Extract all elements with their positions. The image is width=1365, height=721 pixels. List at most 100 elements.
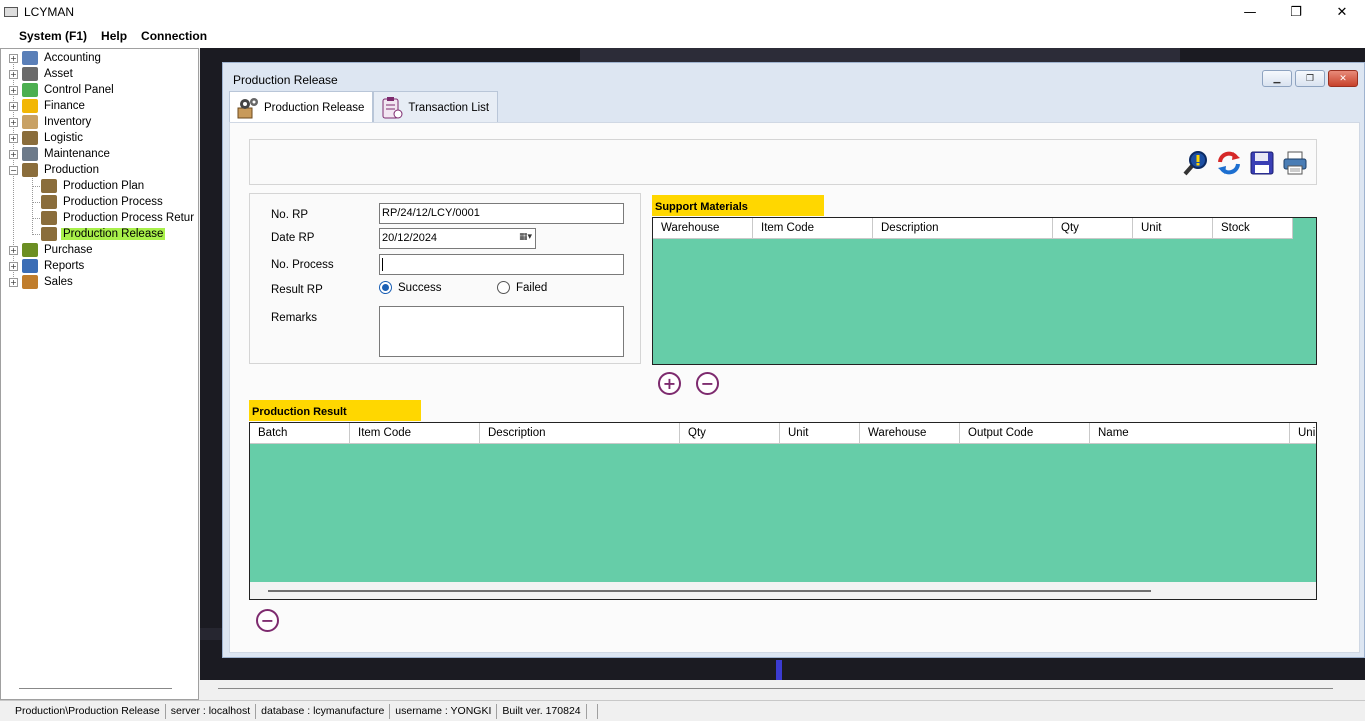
tree-item-production-process-retur[interactable]: Production Process Retur — [32, 210, 196, 226]
support-grid-header: Warehouse Item Code Description Qty Unit… — [653, 218, 1293, 239]
radio-success[interactable]: Success — [379, 281, 441, 294]
expander-icon[interactable]: + — [9, 69, 18, 79]
tree-item-maintenance[interactable]: + Maintenance — [9, 146, 112, 162]
expander-icon[interactable]: − — [9, 165, 18, 175]
remove-result-button[interactable]: − — [256, 609, 279, 632]
radio-failed[interactable]: Failed — [497, 281, 547, 294]
tree-item-production[interactable]: − Production — [9, 162, 101, 178]
column-header[interactable]: Warehouse — [653, 218, 753, 239]
tab-production-release[interactable]: Production Release — [229, 91, 374, 124]
tree-item-purchase[interactable]: + Purchase — [9, 242, 95, 258]
column-header[interactable]: Unit — [780, 423, 860, 444]
save-icon[interactable] — [1249, 150, 1275, 176]
column-header[interactable]: Description — [873, 218, 1053, 239]
tab-transaction-list[interactable]: Transaction List — [373, 91, 499, 123]
expander-icon[interactable]: + — [9, 245, 18, 255]
column-header[interactable]: Item Code — [350, 423, 480, 444]
production-result-grid[interactable]: Batch Item Code Description Qty Unit War… — [249, 422, 1317, 600]
add-row-button[interactable]: + — [658, 372, 681, 395]
remove-row-button[interactable]: − — [696, 372, 719, 395]
module-icon — [22, 131, 38, 145]
release-form: No. RP RP/24/12/LCY/0001 Date RP 20/12/2… — [249, 193, 641, 364]
minimize-button[interactable]: — — [1227, 0, 1273, 24]
column-header[interactable]: Warehouse — [860, 423, 960, 444]
production-result-title: Production Result — [249, 400, 421, 421]
date-rp-field[interactable]: 20/12/2024 ▦▾ — [379, 228, 536, 249]
tree-item-label: Maintenance — [44, 148, 110, 160]
column-header[interactable]: Stock — [1213, 218, 1293, 239]
search-icon[interactable] — [1183, 150, 1209, 176]
navigation-tree: + Accounting + Asset + Control Panel + Finance +… — [0, 48, 199, 700]
expander-icon[interactable]: + — [9, 101, 18, 111]
child-window-title: Production Release — [233, 73, 338, 87]
expander-icon[interactable]: + — [9, 149, 18, 159]
column-header[interactable]: Item Code — [753, 218, 873, 239]
tree-item-production-process[interactable]: Production Process — [32, 194, 165, 210]
tree-item-inventory[interactable]: + Inventory — [9, 114, 93, 130]
tree-item-production-release[interactable]: Production Release — [32, 226, 166, 242]
result-hscroll-thumb[interactable] — [268, 590, 1151, 592]
tree-item-sales[interactable]: + Sales — [9, 274, 75, 290]
column-header[interactable]: Name — [1090, 423, 1290, 444]
maximize-button[interactable]: ❐ — [1273, 0, 1319, 24]
tree-scrollbar[interactable] — [19, 688, 172, 689]
expander-icon[interactable]: + — [9, 133, 18, 143]
app-icon — [4, 7, 18, 17]
menu-connection[interactable]: Connection — [141, 29, 207, 43]
clipboard-list-icon — [380, 96, 403, 119]
calendar-dropdown-icon[interactable]: ▦▾ — [519, 232, 532, 242]
tree-item-accounting[interactable]: + Accounting — [9, 50, 103, 66]
tree-item-label: Production — [44, 164, 99, 176]
tree-item-label: Reports — [44, 260, 85, 272]
module-icon — [22, 67, 38, 81]
tree-item-label: Logistic — [44, 132, 83, 144]
tab-content: No. RP RP/24/12/LCY/0001 Date RP 20/12/2… — [229, 122, 1360, 653]
close-button[interactable]: ✕ — [1319, 0, 1365, 24]
tree-item-reports[interactable]: + Reports — [9, 258, 86, 274]
column-header[interactable]: Description — [480, 423, 680, 444]
no-rp-field[interactable]: RP/24/12/LCY/0001 — [379, 203, 624, 224]
result-grid-header: Batch Item Code Description Qty Unit War… — [250, 423, 1316, 444]
menu-system[interactable]: System (F1) — [19, 29, 87, 43]
module-icon — [22, 243, 38, 257]
expander-icon[interactable]: + — [9, 85, 18, 95]
tree-item-label: Finance — [44, 100, 85, 112]
status-bar: Production\Production Release server : l… — [0, 700, 1365, 721]
child-minimize-button[interactable]: ▁ — [1262, 70, 1292, 87]
module-icon — [22, 163, 38, 177]
child-restore-button[interactable]: ❐ — [1295, 70, 1325, 87]
column-header[interactable]: Unit — [1133, 218, 1213, 239]
expander-icon[interactable]: + — [9, 53, 18, 63]
expander-icon[interactable]: + — [9, 117, 18, 127]
menu-help[interactable]: Help — [101, 29, 127, 43]
tree-item-asset[interactable]: + Asset — [9, 66, 75, 82]
tree-item-logistic[interactable]: + Logistic — [9, 130, 85, 146]
print-icon[interactable] — [1282, 150, 1308, 176]
tree-item-label: Control Panel — [44, 84, 114, 96]
column-header[interactable]: Qty — [680, 423, 780, 444]
production-release-window: Production Release ▁ ❐ ✕ Production Rele… — [222, 62, 1365, 658]
expander-icon[interactable]: + — [9, 277, 18, 287]
remarks-field[interactable] — [379, 306, 624, 357]
column-header[interactable]: Qty — [1053, 218, 1133, 239]
status-path: Production\Production Release — [10, 703, 166, 719]
tree-item-finance[interactable]: + Finance — [9, 98, 87, 114]
window-title: LCYMAN — [24, 5, 75, 19]
child-close-button[interactable]: ✕ — [1328, 70, 1358, 87]
module-icon — [22, 115, 38, 129]
date-value: 20/12/2024 — [382, 232, 438, 244]
module-icon — [22, 99, 38, 113]
tree-item-control-panel[interactable]: + Control Panel — [9, 82, 116, 98]
tree-item-production-plan[interactable]: Production Plan — [32, 178, 146, 194]
tab-label: Transaction List — [408, 101, 490, 114]
no-process-field[interactable] — [379, 254, 624, 275]
support-materials-grid[interactable]: Warehouse Item Code Description Qty Unit… — [652, 217, 1317, 365]
column-header[interactable]: Output Code — [960, 423, 1090, 444]
column-header[interactable]: Uni — [1290, 423, 1316, 444]
refresh-icon[interactable] — [1216, 150, 1242, 176]
expander-icon[interactable]: + — [9, 261, 18, 271]
status-separator — [587, 703, 598, 719]
mdi-hscroll[interactable] — [218, 688, 1333, 689]
column-header[interactable]: Batch — [250, 423, 350, 444]
tree-item-label: Accounting — [44, 52, 101, 64]
